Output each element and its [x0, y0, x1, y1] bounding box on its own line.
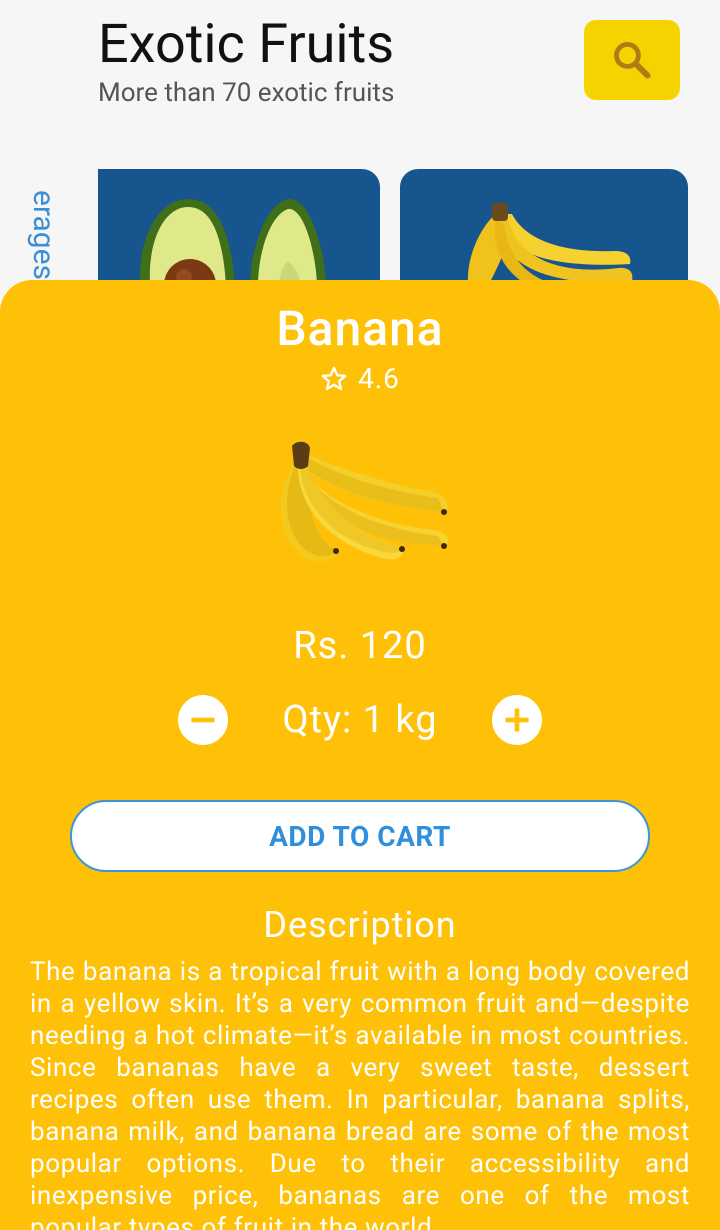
quantity-label: Qty: 1 kg — [282, 698, 438, 742]
rating-value: 4.6 — [358, 362, 400, 395]
description-title: Description — [263, 904, 457, 946]
plus-icon — [505, 708, 529, 732]
page-title: Exotic Fruits — [98, 13, 395, 76]
search-button[interactable] — [584, 20, 680, 100]
page-subtitle: More than 70 exotic fruits — [98, 78, 395, 108]
search-icon — [614, 42, 651, 79]
product-price: Rs. 120 — [293, 624, 427, 668]
minus-icon — [191, 717, 215, 723]
description-text: The banana is a tropical fruit with a lo… — [30, 957, 690, 1230]
add-to-cart-button[interactable]: ADD TO CART — [70, 800, 650, 872]
product-detail-sheet: Banana 4.6 Rs. 120 Qty: 1 kg ADD TO CART… — [0, 280, 720, 1230]
quantity-stepper: Qty: 1 kg — [0, 692, 720, 748]
product-rating: 4.6 — [0, 362, 720, 395]
product-name: Banana — [276, 300, 444, 357]
star-outline-icon — [321, 366, 347, 390]
banana-image — [280, 441, 449, 563]
decrease-quantity-button[interactable] — [178, 695, 228, 745]
increase-quantity-button[interactable] — [492, 695, 542, 745]
sidebar-category-label: erages — [26, 190, 61, 281]
